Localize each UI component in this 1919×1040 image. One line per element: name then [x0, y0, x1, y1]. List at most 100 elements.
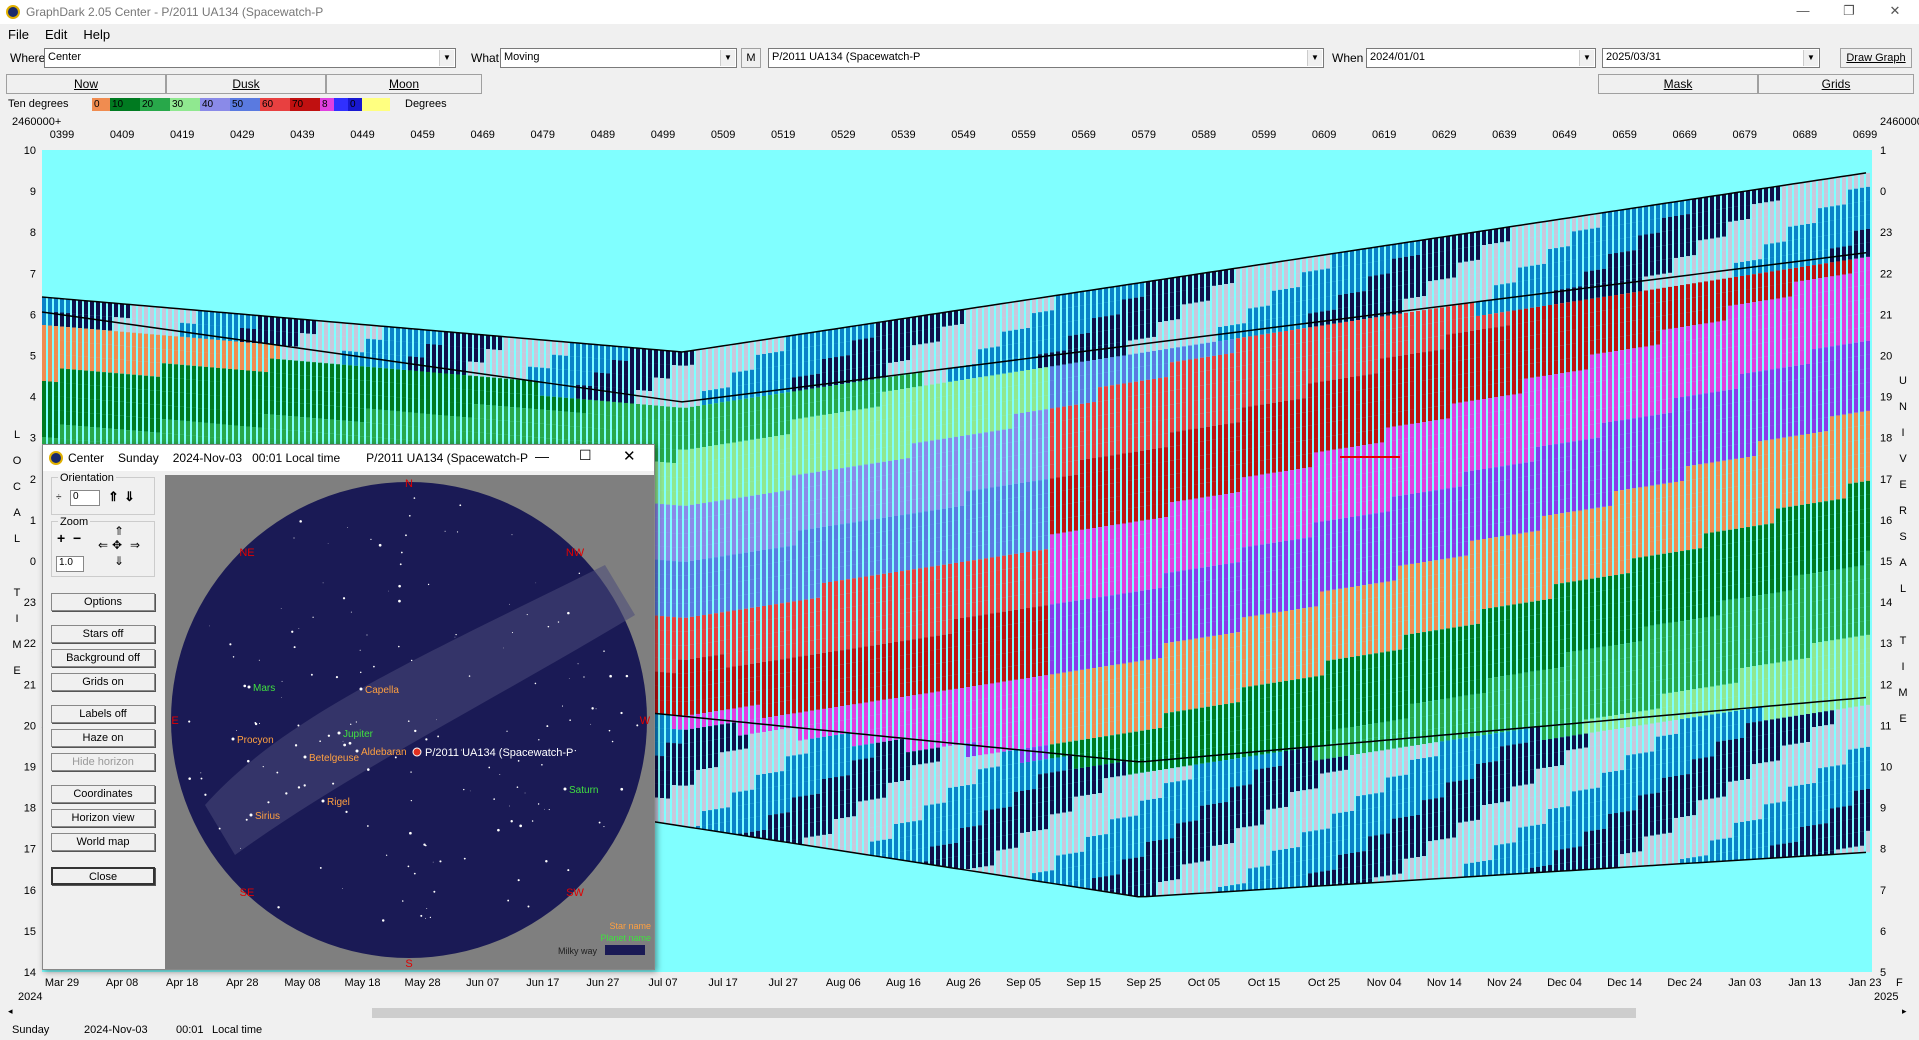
band-segment: [762, 437, 766, 452]
band-segment: [672, 701, 676, 716]
band-segment: [738, 357, 742, 372]
band-segment: [270, 358, 274, 373]
band-segment: [264, 400, 268, 415]
band-segment: [726, 457, 730, 472]
band-segment: [840, 776, 844, 791]
band-segment: [294, 332, 298, 347]
band-segment: [252, 399, 256, 414]
band-segment: [876, 406, 880, 421]
band-segment: [846, 579, 850, 594]
band-segment: [786, 462, 790, 477]
band-segment: [810, 346, 814, 361]
band-segment: [180, 350, 184, 365]
band-segment: [840, 524, 844, 539]
band-segment: [906, 794, 910, 809]
band-segment: [804, 529, 808, 544]
band-segment: [702, 517, 706, 532]
band-segment: [762, 535, 766, 550]
band-segment: [450, 430, 454, 445]
band-segment: [570, 342, 574, 357]
where-combo[interactable]: Center ▼: [44, 48, 456, 68]
band-segment: [900, 781, 904, 796]
band-segment: [840, 790, 844, 805]
minimize-button[interactable]: —: [1780, 0, 1826, 24]
band-segment: [672, 477, 676, 492]
band-segment: [234, 369, 238, 384]
tab-dusk[interactable]: Dusk: [166, 74, 326, 94]
band-segment: [408, 328, 412, 343]
band-segment: [816, 429, 820, 444]
menu-help[interactable]: Help: [75, 27, 118, 42]
band-segment: [822, 512, 826, 527]
band-segment: [858, 773, 862, 788]
band-segment: [132, 304, 136, 319]
when-from-combo[interactable]: 2024/01/01 ▼: [1366, 48, 1596, 68]
band-segment: [378, 367, 382, 382]
band-segment: [816, 779, 820, 794]
band-segment: [756, 690, 760, 705]
band-segment: [558, 425, 562, 440]
band-segment: [198, 366, 202, 381]
band-segment: [804, 417, 808, 432]
band-segment: [834, 665, 838, 680]
band-segment: [876, 504, 880, 519]
band-segment: [492, 377, 496, 392]
band-segment: [324, 377, 328, 392]
band-segment: [888, 768, 892, 783]
band-segment: [714, 781, 718, 796]
object-combo[interactable]: P/2011 UA134 (Spacewatch-P ▼: [768, 48, 1324, 68]
band-segment: [252, 371, 256, 386]
m-button[interactable]: M: [741, 48, 761, 68]
band-segment: [150, 348, 154, 363]
menu-edit[interactable]: Edit: [37, 27, 75, 42]
band-segment: [54, 410, 58, 425]
band-segment: [870, 463, 874, 478]
band-segment: [846, 747, 850, 762]
band-segment: [156, 404, 160, 419]
band-segment: [780, 435, 784, 450]
band-segment: [912, 667, 916, 682]
band-segment: [678, 603, 682, 618]
tab-moon[interactable]: Moon: [326, 74, 482, 94]
band-segment: [864, 478, 868, 493]
band-segment: [414, 398, 418, 413]
band-segment: [714, 361, 718, 376]
band-segment: [546, 368, 550, 383]
draw-graph-button[interactable]: Draw Graph: [1840, 48, 1912, 68]
band-segment: [822, 708, 826, 723]
band-segment: [738, 497, 742, 512]
band-segment: [738, 637, 742, 652]
menu-file[interactable]: File: [0, 27, 37, 42]
band-segment: [450, 346, 454, 361]
band-segment: [840, 636, 844, 651]
band-segment: [912, 807, 916, 822]
band-segment: [906, 472, 910, 487]
band-segment: [678, 547, 682, 562]
band-segment: [492, 405, 496, 420]
band-segment: [876, 770, 880, 785]
band-segment: [846, 383, 850, 398]
tab-mask[interactable]: Mask: [1598, 74, 1758, 94]
band-segment: [804, 473, 808, 488]
band-segment: [666, 574, 670, 589]
band-segment: [816, 807, 820, 822]
close-window-button[interactable]: ✕: [1872, 0, 1918, 24]
tab-now[interactable]: Now: [6, 74, 166, 94]
band-segment: [696, 629, 700, 644]
band-segment: [900, 403, 904, 418]
band-segment: [672, 673, 676, 688]
what-combo[interactable]: Moving ▼: [500, 48, 737, 68]
band-segment: [84, 328, 88, 343]
band-segment: [732, 414, 736, 429]
band-segment: [390, 326, 394, 341]
restore-button[interactable]: ❐: [1826, 0, 1872, 24]
band-segment: [348, 421, 352, 436]
tab-grids[interactable]: Grids: [1758, 74, 1914, 94]
when-to-combo[interactable]: 2025/03/31 ▼: [1602, 48, 1820, 68]
band-segment: [714, 389, 718, 404]
band-segment: [696, 545, 700, 560]
band-segment: [834, 735, 838, 750]
band-segment: [756, 452, 760, 467]
band-segment: [738, 525, 742, 540]
band-segment: [120, 331, 124, 346]
